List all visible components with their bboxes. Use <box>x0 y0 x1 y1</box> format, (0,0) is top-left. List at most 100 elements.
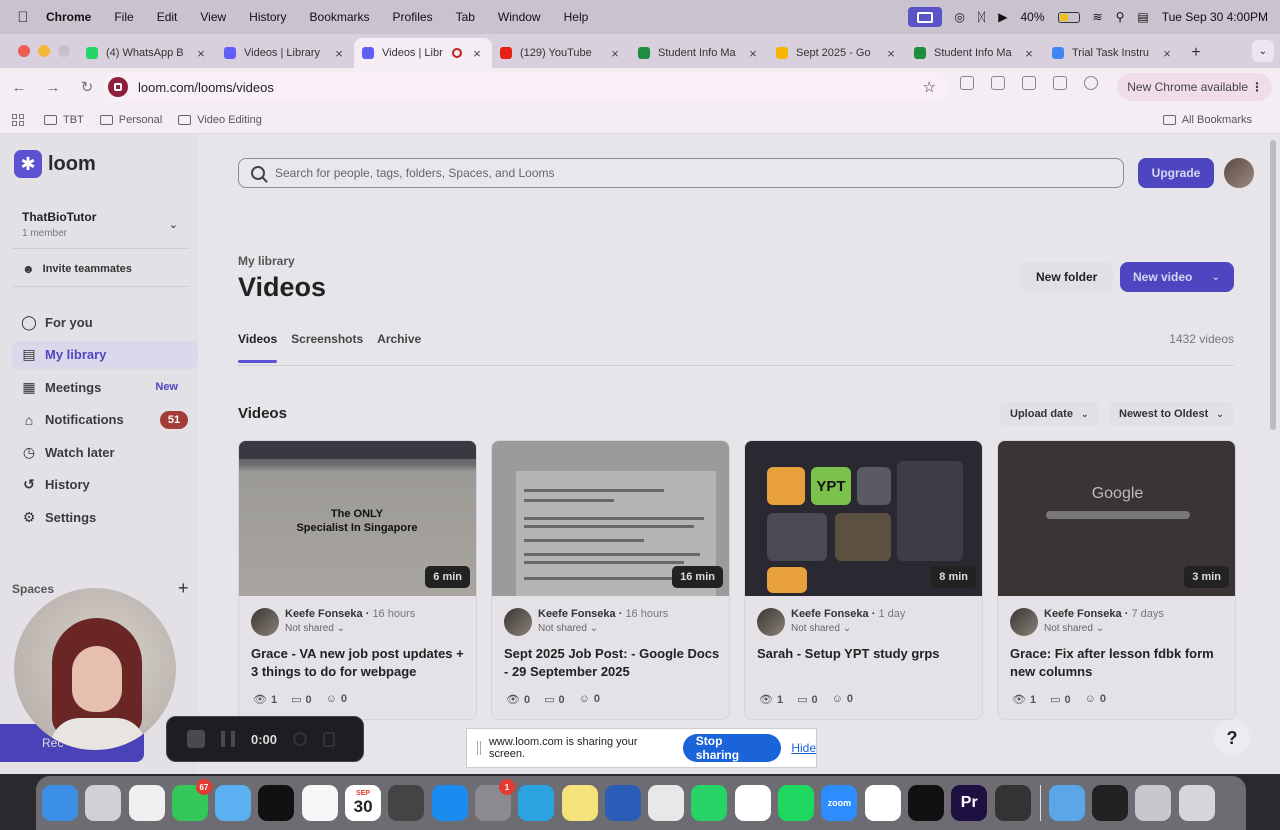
sidebar-item-meetings[interactable]: ▦ Meetings New <box>12 373 198 401</box>
reload-button[interactable]: ↻ <box>72 78 102 96</box>
close-tab-icon[interactable]: × <box>1160 46 1174 61</box>
calculator-icon[interactable] <box>388 785 425 821</box>
invite-teammates-button[interactable]: ☻ Invite teammates <box>22 262 132 276</box>
loom-logo[interactable]: ✱ loom <box>14 150 96 178</box>
browser-tab[interactable]: Videos | Libr × <box>354 38 492 68</box>
browser-tab[interactable]: Sept 2025 - Go × <box>768 38 906 68</box>
menu-file[interactable]: File <box>114 10 133 24</box>
trash-icon[interactable] <box>1178 785 1215 821</box>
menu-bookmarks[interactable]: Bookmarks <box>310 10 370 24</box>
back-button[interactable]: ← <box>4 79 34 96</box>
new-video-button[interactable]: New video ⌄ <box>1120 262 1234 292</box>
screen-sharing-icon[interactable] <box>907 7 942 27</box>
browser-tab[interactable]: (129) YouTube × <box>492 38 630 68</box>
bookmark-folder[interactable]: Personal <box>99 114 162 126</box>
calendar-icon[interactable]: SEP 30 <box>345 785 382 821</box>
menubar-clock[interactable]: Tue Sep 30 4:00PM <box>1162 10 1268 24</box>
close-tab-icon[interactable]: × <box>470 46 484 61</box>
stop-recording-icon[interactable] <box>187 730 205 748</box>
folder-icon[interactable] <box>1048 785 1085 821</box>
maps-icon[interactable] <box>215 785 252 821</box>
photos-icon[interactable] <box>301 785 338 821</box>
spotify-icon[interactable] <box>778 785 815 821</box>
google-play-icon[interactable] <box>734 785 771 821</box>
profile-icon[interactable] <box>1084 76 1098 90</box>
sidebar-item-history[interactable]: ↺ History <box>12 471 198 499</box>
puzzle-icon[interactable] <box>1022 76 1036 90</box>
sort-order-dropdown[interactable]: Newest to Oldest ⌄ <box>1109 402 1234 426</box>
wifi-icon[interactable]: ≋ <box>1093 10 1103 24</box>
sidebar-item-for-you[interactable]: ◯ For you <box>12 308 198 336</box>
more-menu-icon[interactable]: ⋮ <box>1251 80 1263 94</box>
tab-search-button[interactable]: ⌄ <box>1252 40 1274 62</box>
shield-extension-icon[interactable] <box>960 76 974 90</box>
tab-videos[interactable]: Videos <box>238 332 278 363</box>
whatsapp-icon[interactable] <box>691 785 728 821</box>
search-input[interactable]: Search for people, tags, folders, Spaces… <box>238 158 1124 188</box>
bolt-icon[interactable] <box>907 785 944 821</box>
play-icon[interactable]: ▶ <box>998 10 1007 24</box>
new-folder-button[interactable]: New folder <box>1020 262 1114 292</box>
browser-tab[interactable]: (4) WhatsApp B × <box>78 38 216 68</box>
apps-grid-icon[interactable] <box>12 113 24 126</box>
menu-tab[interactable]: Tab <box>456 10 475 24</box>
video-thumbnail[interactable]: 16 min <box>492 441 729 596</box>
close-tab-icon[interactable]: × <box>884 46 898 61</box>
notes-icon[interactable] <box>561 785 598 821</box>
sort-field-dropdown[interactable]: Upload date ⌄ <box>1000 402 1099 426</box>
menu-help[interactable]: Help <box>564 10 589 24</box>
sidebar-item-settings[interactable]: ⚙ Settings <box>12 503 198 531</box>
control-center-icon[interactable]: ▤ <box>1137 10 1148 24</box>
browser-tab[interactable]: Student Info Ma × <box>906 38 1044 68</box>
share-status-dropdown[interactable]: Not shared ⌄ <box>791 623 905 634</box>
breadcrumb[interactable]: My library <box>238 254 295 268</box>
help-button[interactable]: ? <box>1214 720 1250 756</box>
menu-window[interactable]: Window <box>498 10 541 24</box>
video-title[interactable]: Sarah - Setup YPT study grps <box>757 645 977 663</box>
browser-tab[interactable]: Videos | Library × <box>216 38 354 68</box>
menu-history[interactable]: History <box>249 10 286 24</box>
new-tab-button[interactable]: + <box>1182 38 1210 68</box>
sidebar-item-notifications[interactable]: ⌂ Notifications 51 <box>12 406 198 434</box>
telegram-icon[interactable] <box>518 785 555 821</box>
download-icon[interactable] <box>1053 76 1067 90</box>
video-title[interactable]: Sept 2025 Job Post: - Google Docs - 29 S… <box>504 645 724 681</box>
close-tab-icon[interactable]: × <box>608 46 622 61</box>
tab-archive[interactable]: Archive <box>377 332 421 346</box>
clock-icon[interactable] <box>128 785 165 821</box>
finder-icon[interactable] <box>42 785 78 821</box>
terminal-icon[interactable] <box>1092 785 1129 821</box>
hide-share-bar-link[interactable]: Hide <box>791 741 816 755</box>
site-info-icon[interactable] <box>108 77 128 97</box>
all-bookmarks-button[interactable]: All Bookmarks <box>1162 114 1252 126</box>
apple-menu-icon[interactable]:  <box>0 9 46 26</box>
battery-icon[interactable] <box>1057 11 1080 23</box>
capcut-icon[interactable] <box>258 785 295 821</box>
extension-icon[interactable] <box>991 76 1005 90</box>
close-tab-icon[interactable]: × <box>332 46 346 61</box>
video-card[interactable]: Google 3 min Keefe Fonseka · 7 days Not … <box>997 440 1236 720</box>
slack-icon[interactable] <box>864 785 901 821</box>
pause-icon[interactable] <box>221 731 235 747</box>
drag-handle-icon[interactable] <box>477 741 481 755</box>
menu-view[interactable]: View <box>200 10 226 24</box>
spotlight-search-icon[interactable]: ⚲ <box>1116 10 1125 24</box>
premiere-icon[interactable]: Pr <box>951 785 988 821</box>
video-thumbnail[interactable]: Google 3 min <box>998 441 1235 596</box>
close-tab-icon[interactable]: × <box>1022 46 1036 61</box>
preview-icon[interactable] <box>1135 785 1172 821</box>
address-url[interactable]: loom.com/looms/videos <box>138 80 274 95</box>
quicktime-icon[interactable] <box>994 785 1031 821</box>
restart-icon[interactable] <box>293 732 308 746</box>
minimize-window-button[interactable] <box>38 45 50 57</box>
sidebar-item-watch-later[interactable]: ◷ Watch later <box>12 438 198 466</box>
zoom-window-button[interactable] <box>58 45 70 57</box>
messages-icon[interactable]: 67 <box>171 779 212 821</box>
video-thumbnail[interactable]: The ONLY Specialist In Singapore 6 min <box>239 441 476 596</box>
workspace-switcher[interactable]: ThatBioTutor 1 member ⌄ <box>22 210 190 239</box>
close-tab-icon[interactable]: × <box>746 46 760 61</box>
airdrop-icon[interactable]: ◎ <box>955 10 965 24</box>
chrome-icon[interactable] <box>648 785 685 821</box>
word-icon[interactable] <box>604 785 641 821</box>
user-avatar[interactable] <box>1224 158 1254 188</box>
